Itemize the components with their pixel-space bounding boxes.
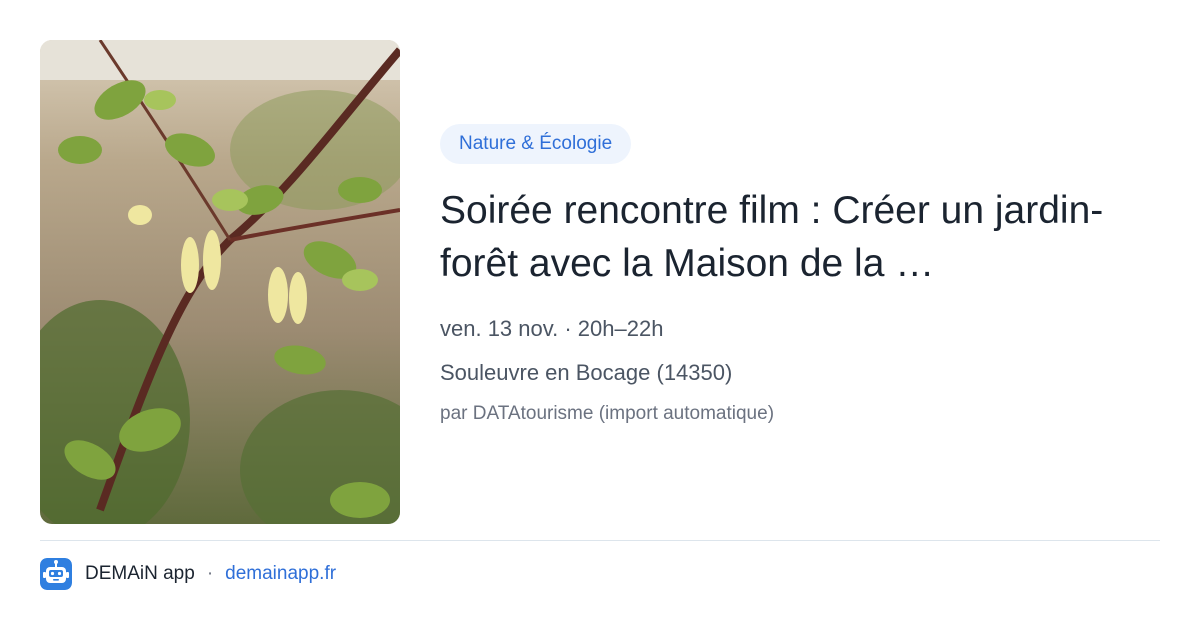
event-photo (40, 40, 400, 524)
footer-divider (40, 540, 1160, 541)
site-link[interactable]: demainapp.fr (225, 563, 336, 585)
app-name: DEMAiN app (85, 563, 195, 584)
footer: DEMAiN app · demainapp.fr (40, 558, 336, 590)
event-details: Nature & Écologie Soirée rencontre film … (440, 124, 1160, 428)
event-date: ven. 13 nov. · 20h–22h (440, 316, 664, 341)
category-badge[interactable]: Nature & Écologie (440, 124, 632, 164)
demain-robot-logo-icon[interactable] (40, 558, 72, 590)
honeysuckle-image (40, 40, 400, 524)
event-location: Souleuvre en Bocage (14350) (440, 360, 733, 385)
event-source: par DATAtourisme (import automatique) (440, 403, 775, 424)
footer-separator: · (206, 563, 214, 584)
event-title[interactable]: Soirée rencontre film : Créer un jardin-… (440, 184, 1140, 290)
